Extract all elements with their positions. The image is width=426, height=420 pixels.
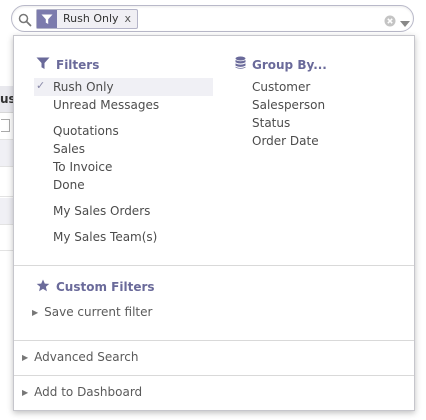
custom-filters-section-title: Custom Filters xyxy=(36,279,155,295)
divider xyxy=(14,375,414,376)
filter-option-to-invoice[interactable]: To Invoice xyxy=(53,158,112,176)
advanced-search-toggle[interactable]: ▶ Advanced Search xyxy=(22,350,138,364)
divider xyxy=(14,265,414,266)
add-to-dashboard-label: Add to Dashboard xyxy=(34,385,143,399)
filter-option-my-sales-orders[interactable]: My Sales Orders xyxy=(53,202,150,220)
filter-icon xyxy=(36,57,56,73)
table-row[interactable] xyxy=(0,198,14,225)
search-input[interactable] xyxy=(136,9,390,29)
group-by-option-order-date[interactable]: Order Date xyxy=(252,132,319,150)
clear-icon[interactable] xyxy=(384,12,396,27)
add-to-dashboard-toggle[interactable]: ▶ Add to Dashboard xyxy=(22,385,142,399)
filter-option-rush-only-label[interactable]: Rush Only xyxy=(53,78,114,96)
divider xyxy=(14,340,414,341)
caret-right-icon: ▶ xyxy=(32,307,39,317)
filters-section-title: Filters xyxy=(36,57,99,73)
table-row[interactable] xyxy=(0,113,14,140)
search-bar[interactable]: Rush Only x xyxy=(11,5,414,32)
group-by-section-title: Group By... xyxy=(235,56,327,73)
table-row[interactable] xyxy=(0,224,14,251)
filter-option-sales[interactable]: Sales xyxy=(53,140,85,158)
filter-icon xyxy=(37,10,57,28)
group-by-option-salesperson[interactable]: Salesperson xyxy=(252,96,325,114)
search-facet-rush-only[interactable]: Rush Only x xyxy=(36,9,139,29)
check-icon: ✓ xyxy=(36,79,46,92)
filter-option-my-sales-teams[interactable]: My Sales Team(s) xyxy=(53,228,157,246)
custom-filters-title: Custom Filters xyxy=(56,280,155,294)
advanced-search-label: Advanced Search xyxy=(34,350,139,364)
search-icon xyxy=(18,12,32,27)
star-icon xyxy=(36,279,56,295)
caret-right-icon: ▶ xyxy=(22,387,29,397)
table-row[interactable] xyxy=(0,170,14,197)
facet-value: Rush Only xyxy=(63,12,119,25)
chevron-down-icon[interactable] xyxy=(399,14,411,27)
group-by-option-status[interactable]: Status xyxy=(252,114,290,132)
group-by-title: Group By... xyxy=(252,57,327,72)
facet-remove-button[interactable]: x xyxy=(123,10,138,28)
database-icon xyxy=(235,56,252,73)
caret-right-icon: ▶ xyxy=(22,352,29,362)
filter-option-done[interactable]: Done xyxy=(53,176,85,194)
filter-option-unread-messages[interactable]: Unread Messages xyxy=(53,96,159,114)
row-checkbox[interactable] xyxy=(1,119,10,132)
save-current-filter-toggle[interactable]: ▶ Save current filter xyxy=(32,305,152,319)
filter-option-quotations[interactable]: Quotations xyxy=(53,122,119,140)
group-by-option-customer[interactable]: Customer xyxy=(252,78,310,96)
save-current-filter-label: Save current filter xyxy=(44,305,153,319)
search-options-dropdown: Filters ✓ Rush Only Unread Messages Quot… xyxy=(13,35,415,411)
filters-title: Filters xyxy=(56,58,100,72)
table-row[interactable] xyxy=(0,140,14,167)
